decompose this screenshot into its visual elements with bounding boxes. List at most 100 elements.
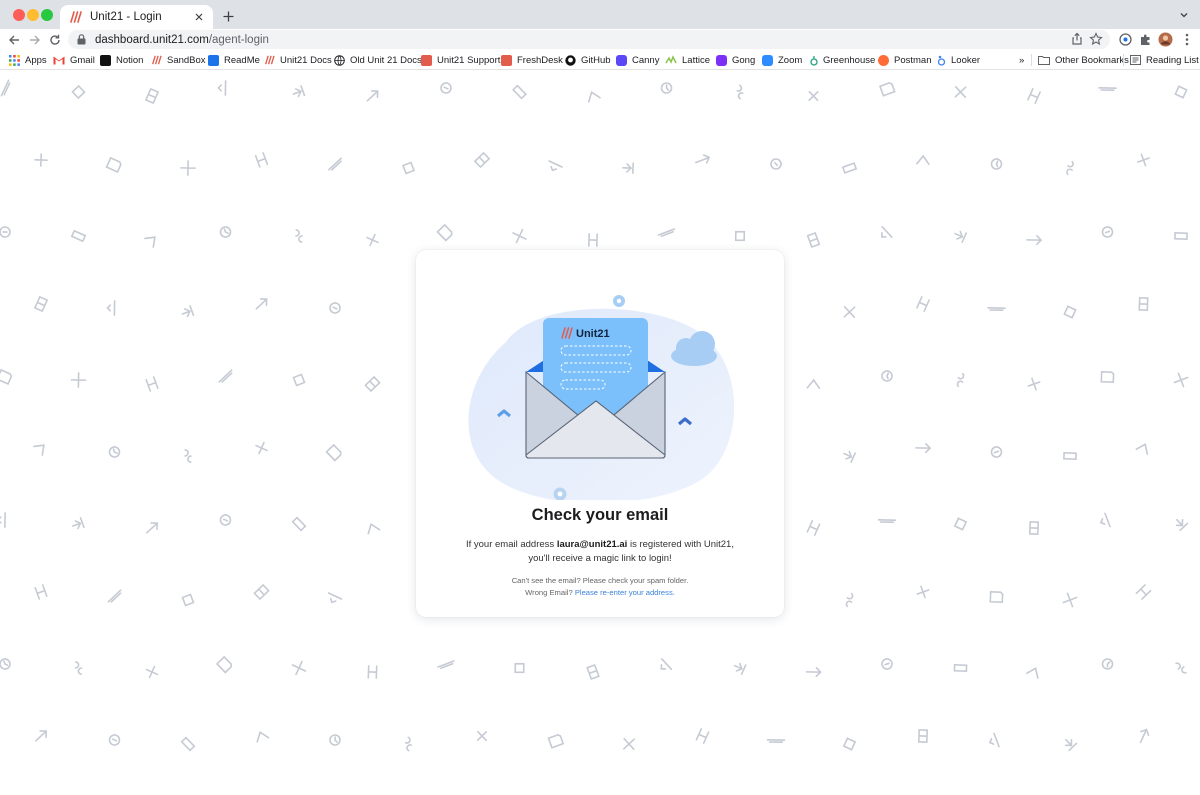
bookmark-github[interactable]: GitHub: [565, 53, 611, 67]
bookmark-unit21-docs[interactable]: Unit21 Docs: [263, 53, 332, 67]
pattern-glyph: [843, 450, 856, 463]
postman-icon: [878, 54, 889, 66]
pattern-glyph: [217, 80, 227, 96]
back-arrow-icon[interactable]: [6, 32, 22, 48]
bookmark-unit21-support[interactable]: Unit21 Support: [421, 53, 500, 67]
pattern-glyph: [734, 230, 746, 242]
pattern-glyph: [1139, 728, 1150, 744]
pattern-glyph: [660, 658, 673, 670]
pattern-glyph: [916, 296, 930, 312]
bookmark-zoom[interactable]: Zoom: [762, 53, 802, 67]
browser-menu-icon[interactable]: [1179, 32, 1194, 47]
other-bookmarks-folder[interactable]: Other Bookmarks: [1038, 53, 1129, 67]
bookmark-star-icon[interactable]: [1089, 32, 1103, 46]
close-tab-icon[interactable]: [191, 9, 207, 25]
pattern-glyph: [144, 236, 156, 248]
bookmark-canny[interactable]: Canny: [616, 53, 659, 67]
bookmarks-overflow-chevron[interactable]: »: [1019, 53, 1024, 67]
pattern-glyph: [255, 441, 268, 455]
url-text[interactable]: dashboard.unit21.com/agent-login: [95, 34, 269, 46]
pattern-glyph: [1064, 738, 1078, 752]
pattern-glyph: [1135, 443, 1149, 455]
pattern-glyph: [1175, 662, 1187, 674]
pattern-glyph: [0, 226, 11, 238]
pattern-glyph: [1066, 160, 1074, 176]
pattern-glyph: [366, 90, 379, 102]
pattern-glyph: [877, 519, 897, 524]
profile-avatar[interactable]: [1158, 32, 1173, 47]
pattern-glyph: [808, 90, 819, 102]
pattern-glyph: [105, 156, 122, 173]
looker-icon: [937, 55, 946, 66]
pattern-glyph: [33, 295, 49, 313]
pattern-glyph: [436, 223, 453, 242]
pattern-glyph: [473, 151, 491, 169]
bookmark-lattice[interactable]: Lattice: [665, 53, 710, 67]
reload-icon[interactable]: [47, 32, 63, 48]
bookmark-notion[interactable]: Notion: [100, 53, 143, 67]
pattern-glyph: [34, 584, 48, 600]
minimize-window-button[interactable]: [27, 9, 39, 21]
forward-arrow-icon[interactable]: [27, 32, 43, 48]
lock-icon[interactable]: [77, 34, 87, 46]
pattern-glyph: [367, 522, 381, 535]
bookmark-gmail[interactable]: Gmail: [53, 53, 95, 67]
pattern-glyph: [253, 583, 270, 601]
support-icon: [421, 54, 432, 66]
extensions-puzzle-icon[interactable]: [1138, 32, 1153, 47]
pattern-glyph: [917, 729, 929, 743]
gmail-icon: [53, 55, 65, 65]
pattern-glyph: [180, 736, 196, 752]
pattern-glyph: [1174, 231, 1188, 241]
pattern-glyph: [0, 658, 11, 670]
bookmark-sandbox[interactable]: SandBox: [150, 53, 206, 67]
new-tab-icon[interactable]: [220, 8, 236, 24]
pattern-glyph: [989, 590, 1004, 604]
pattern-glyph: [956, 372, 965, 388]
grammarly-extension-icon[interactable]: [1118, 32, 1133, 47]
pattern-glyph: [1100, 370, 1115, 384]
pattern-glyph: [0, 512, 6, 528]
pattern-glyph: [736, 84, 744, 100]
tab-title: Unit21 - Login: [90, 11, 162, 23]
bookmark-old-unit21-docs[interactable]: Old Unit 21 Docs: [334, 53, 422, 67]
pattern-glyph: [1174, 85, 1188, 99]
reading-list-button[interactable]: Reading List: [1130, 53, 1199, 67]
tab-search-chevron-icon[interactable]: [1178, 8, 1192, 22]
bookmark-readme[interactable]: ReadMe: [208, 53, 260, 67]
bookmark-greenhouse[interactable]: Greenhouse: [810, 53, 875, 67]
pattern-glyph: [988, 732, 1000, 748]
tab-unit21-login[interactable]: Unit21 - Login: [60, 5, 213, 29]
reenter-address-link[interactable]: Please re-enter your address.: [575, 588, 675, 597]
pattern-glyph: [215, 655, 232, 674]
browser-toolbar: dashboard.unit21.com/agent-login: [0, 29, 1200, 50]
pattern-glyph: [108, 734, 121, 746]
close-window-button[interactable]: [13, 9, 25, 21]
pattern-glyph: [514, 662, 525, 674]
bookmark-looker[interactable]: Looker: [937, 53, 980, 67]
globe-icon: [334, 54, 345, 66]
bookmark-freshdesk[interactable]: FreshDesk: [501, 53, 563, 67]
pattern-glyph: [845, 592, 854, 608]
email-address: laura@unit21.ai: [556, 539, 628, 550]
pattern-glyph: [954, 86, 967, 98]
pattern-glyph: [987, 307, 1006, 312]
pattern-glyph: [512, 84, 527, 100]
pattern-glyph: [364, 375, 381, 393]
pattern-glyph: [1026, 667, 1039, 679]
pattern-glyph: [843, 306, 856, 318]
pattern-glyph: [366, 233, 379, 247]
spam-hint: Can't see the email? Please check your s…: [511, 576, 689, 585]
bookmarks-divider: [1123, 54, 1124, 66]
pattern-glyph: [878, 82, 896, 97]
share-icon[interactable]: [1070, 32, 1084, 46]
pattern-glyph: [1137, 153, 1150, 167]
bookmarks-divider: [1031, 54, 1032, 66]
bookmark-postman[interactable]: Postman: [878, 53, 932, 67]
maximize-window-button[interactable]: [41, 9, 53, 21]
bookmark-gong[interactable]: Gong: [716, 53, 755, 67]
address-bar[interactable]: dashboard.unit21.com/agent-login: [68, 30, 1110, 49]
pattern-glyph: [916, 585, 930, 599]
bookmark-apps[interactable]: Apps: [9, 53, 47, 67]
pattern-glyph: [587, 233, 599, 247]
